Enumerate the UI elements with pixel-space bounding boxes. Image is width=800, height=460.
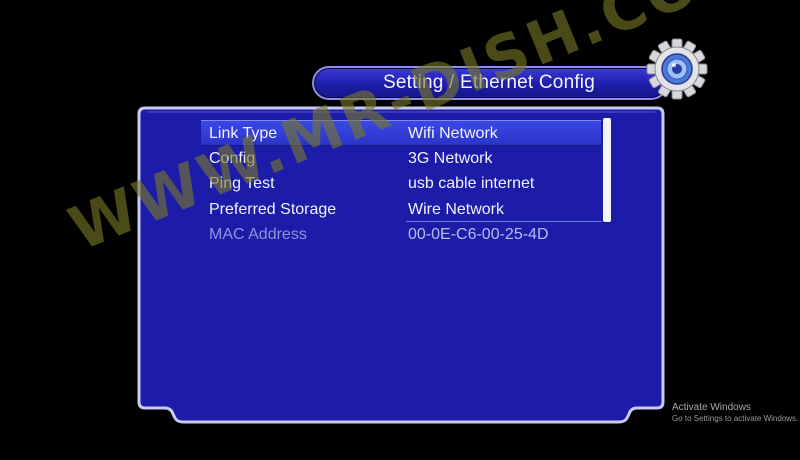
activate-windows-subtitle: Go to Settings to activate Windows.	[672, 414, 799, 423]
menu-item-value: Wifi Network	[408, 125, 498, 142]
title-bar: Setting / Ethernet Config	[312, 66, 668, 100]
menu-item-mac-address: MAC Address 00-0E-C6-00-25-4D	[201, 222, 601, 248]
page-title: Setting / Ethernet Config	[382, 72, 595, 93]
menu-item-value: usb cable internet	[408, 175, 535, 192]
menu-item-preferred-storage[interactable]: Preferred Storage Wire Network	[201, 197, 601, 223]
activate-windows-notice: Activate Windows Go to Settings to activ…	[672, 402, 798, 424]
scrollbar[interactable]	[603, 118, 611, 222]
menu-item-link-type[interactable]: Link Type Wifi Network	[201, 120, 601, 146]
menu-item-value: Wire Network	[408, 200, 505, 218]
activate-windows-title: Activate Windows	[672, 402, 751, 413]
menu-item-ping-test[interactable]: Ping Test usb cable internet	[201, 171, 601, 197]
menu-item-label: Preferred Storage	[209, 200, 337, 218]
gear-icon	[646, 38, 708, 100]
menu-item-value: 3G Network	[408, 149, 493, 167]
menu-item-label: Config	[209, 149, 256, 167]
settings-menu: Link Type Wifi Network Config 3G Network…	[201, 120, 601, 248]
menu-item-label: Ping Test	[209, 175, 275, 192]
dropdown-divider	[406, 221, 602, 222]
screen: Setting / Ethernet Config Link Type Wifi…	[0, 0, 800, 460]
menu-item-label: MAC Address	[209, 226, 307, 243]
menu-item-label: Link Type	[209, 125, 278, 142]
menu-item-value: 00-0E-C6-00-25-4D	[408, 226, 549, 243]
menu-item-config[interactable]: Config 3G Network	[201, 146, 601, 172]
